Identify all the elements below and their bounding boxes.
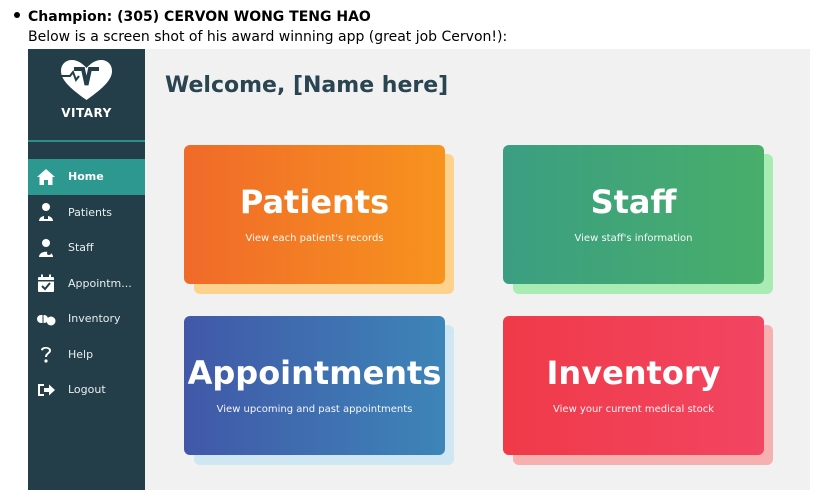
sidebar-item-label: Staff xyxy=(68,241,94,255)
calendar-icon xyxy=(35,272,57,294)
appointments-card[interactable]: Appointments View upcoming and past appo… xyxy=(184,316,445,455)
staff-card[interactable]: Staff View staff's information xyxy=(503,145,764,284)
card-title: Staff xyxy=(590,183,677,222)
home-icon xyxy=(35,166,57,188)
question-icon xyxy=(35,343,57,365)
champion-heading: Champion: (305) CERVON WONG TENG HAO xyxy=(14,9,371,25)
brand-name: VITARY xyxy=(61,106,112,120)
staff-card-wrap: Staff View staff's information xyxy=(503,145,775,295)
card-title: Inventory xyxy=(546,354,721,393)
sidebar-item-patients[interactable]: Patients xyxy=(28,195,145,231)
patient-icon xyxy=(35,201,57,223)
sidebar-item-appointments[interactable]: Appointm... xyxy=(28,266,145,302)
appointments-card-wrap: Appointments View upcoming and past appo… xyxy=(184,316,456,466)
patients-card[interactable]: Patients View each patient's records xyxy=(184,145,445,284)
sidebar-nav: Home Patients Staff Appointm... Inventor… xyxy=(28,159,145,408)
staff-icon xyxy=(35,237,57,259)
pills-icon xyxy=(35,308,57,330)
sidebar-item-inventory[interactable]: Inventory xyxy=(28,301,145,337)
sidebar-item-label: Home xyxy=(68,170,104,184)
card-subtitle: View staff's information xyxy=(574,232,693,244)
card-subtitle: View your current medical stock xyxy=(553,403,714,415)
sidebar-item-logout[interactable]: Logout xyxy=(28,372,145,408)
sidebar-item-label: Appointm... xyxy=(68,276,132,290)
card-subtitle: View each patient's records xyxy=(245,232,384,244)
inventory-card[interactable]: Inventory View your current medical stoc… xyxy=(503,316,764,455)
brand-logo: VITARY xyxy=(28,49,145,141)
champion-heading-text: Champion: (305) CERVON WONG TENG HAO xyxy=(28,9,371,25)
sidebar: VITARY Home Patients Staff Appointm... I… xyxy=(28,49,145,490)
card-title: Appointments xyxy=(187,354,442,393)
bullet-icon xyxy=(14,12,20,18)
sidebar-item-help[interactable]: Help xyxy=(28,337,145,373)
sidebar-item-label: Patients xyxy=(68,205,113,219)
card-subtitle: View upcoming and past appointments xyxy=(216,403,413,415)
sidebar-item-label: Logout xyxy=(68,383,106,397)
sidebar-item-staff[interactable]: Staff xyxy=(28,230,145,266)
card-title: Patients xyxy=(239,183,390,222)
heart-logo-icon xyxy=(61,60,112,100)
caption-text: Below is a screen shot of his award winn… xyxy=(28,29,508,45)
inventory-card-wrap: Inventory View your current medical stoc… xyxy=(503,316,775,466)
logout-icon xyxy=(35,379,57,401)
sidebar-item-label: Inventory xyxy=(68,312,121,326)
app-screenshot: VITARY Home Patients Staff Appointm... I… xyxy=(28,49,810,490)
sidebar-item-label: Help xyxy=(68,347,94,361)
sidebar-divider xyxy=(28,140,145,142)
sidebar-item-home[interactable]: Home xyxy=(28,159,145,195)
patients-card-wrap: Patients View each patient's records xyxy=(184,145,456,295)
page-title: Welcome, [Name here] xyxy=(165,73,449,98)
